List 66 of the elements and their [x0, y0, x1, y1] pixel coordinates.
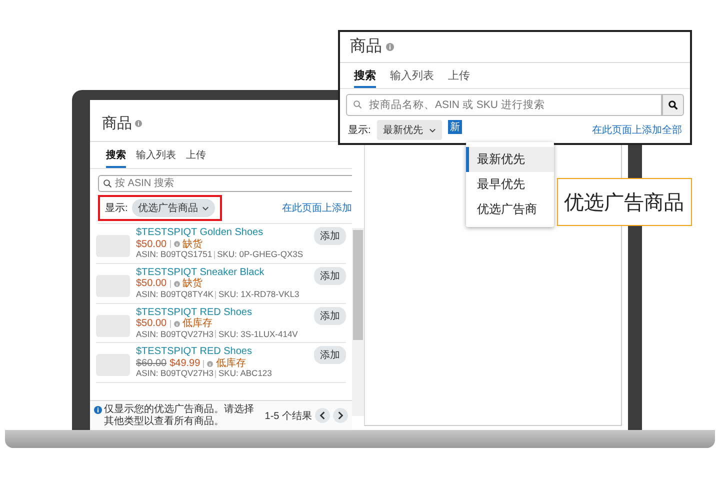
add-button[interactable]: 添加: [314, 346, 346, 364]
caret-icon: [428, 128, 436, 132]
price: $50.00: [136, 318, 167, 330]
info-icon: [94, 406, 102, 414]
menu-item[interactable]: 优选广告商: [466, 197, 554, 222]
tab[interactable]: 搜索: [354, 68, 376, 88]
new-badge: 新: [448, 120, 462, 134]
display-label: 显示:: [105, 202, 128, 215]
info-note: 仅显示您的优选广告商品。请选择其他类型以查看所有商品。: [104, 404, 255, 427]
add-all-link[interactable]: 在此页面上添加: [282, 201, 352, 215]
asin-text: ASIN: B09TQV27H3: [136, 330, 214, 340]
scrollbar[interactable]: [352, 228, 364, 416]
asin-text: ASIN: B09TQS1751: [136, 250, 212, 260]
stock-status: 缺货: [182, 238, 203, 250]
add-button[interactable]: 添加: [314, 266, 346, 285]
chevron-right-icon: [336, 411, 345, 420]
search-field[interactable]: 按 ASIN 搜索: [98, 175, 352, 192]
old-price: $60.00: [136, 358, 167, 370]
sku-text: SKU: ABC123: [218, 369, 272, 380]
product-title[interactable]: $TESTSPIQT RED Shoes: [136, 346, 308, 358]
info-icon: [135, 120, 142, 127]
price: $50.00: [136, 278, 167, 290]
tab[interactable]: 输入列表: [136, 146, 176, 168]
panel-title: 商品: [350, 36, 382, 57]
tab[interactable]: 上传: [186, 146, 206, 168]
product-title[interactable]: $TESTSPIQT Golden Shoes: [136, 227, 308, 238]
price: $49.99: [170, 358, 200, 370]
add-button[interactable]: 添加: [314, 306, 346, 325]
asin-text: ASIN: B09TQV27H3: [136, 369, 214, 380]
tab[interactable]: 上传: [448, 68, 470, 88]
search-icon: [103, 179, 112, 188]
add-button[interactable]: 添加: [314, 227, 346, 245]
next-button[interactable]: [333, 408, 348, 423]
info-icon: [174, 241, 180, 248]
search-icon: [353, 100, 362, 109]
menu-item[interactable]: 最早优先: [466, 172, 554, 197]
stock-status: 低库存: [182, 318, 213, 330]
sku-text: SKU: 0P-GHEG-QX3S: [217, 250, 304, 260]
caret-icon: [202, 206, 209, 210]
product-title[interactable]: $TESTSPIQT Sneaker Black: [136, 266, 308, 278]
sku-text: SKU: 3S-1LUX-414V: [218, 330, 298, 340]
stock-status: 缺货: [182, 278, 203, 290]
previous-button[interactable]: [315, 408, 330, 423]
info-icon: [174, 281, 180, 288]
search-field[interactable]: 按商品名称、ASIN 或 SKU 进行搜索: [346, 94, 662, 116]
tab[interactable]: 搜索: [106, 146, 126, 168]
info-icon: [207, 360, 214, 367]
sku-text: SKU: 1X-RD78-VKL3: [218, 290, 300, 300]
results-count: 1-5 个结果: [264, 410, 312, 422]
search-icon: [668, 100, 678, 110]
asin-text: ASIN: B09TQ8TY4K: [136, 290, 214, 300]
stock-status: 低库存: [216, 358, 246, 370]
chevron-left-icon: [318, 411, 327, 420]
display-label: 显示:: [348, 124, 371, 137]
info-icon: [386, 42, 394, 50]
tab[interactable]: 输入列表: [390, 68, 434, 88]
add-all-link[interactable]: 在此页面上添加全部: [592, 123, 682, 137]
search-button[interactable]: [662, 94, 684, 116]
sort-dropdown[interactable]: 最新优先: [376, 120, 442, 140]
filter-dropdown[interactable]: 优选广告商品: [132, 199, 215, 217]
panel-title: 商品: [102, 114, 132, 133]
product-title[interactable]: $TESTSPIQT RED Shoes: [136, 306, 308, 318]
info-icon: [174, 320, 180, 327]
menu-item[interactable]: 最新优先: [466, 147, 554, 172]
callout-label: 优选广告商品: [557, 178, 692, 226]
price: $50.00: [136, 238, 167, 250]
